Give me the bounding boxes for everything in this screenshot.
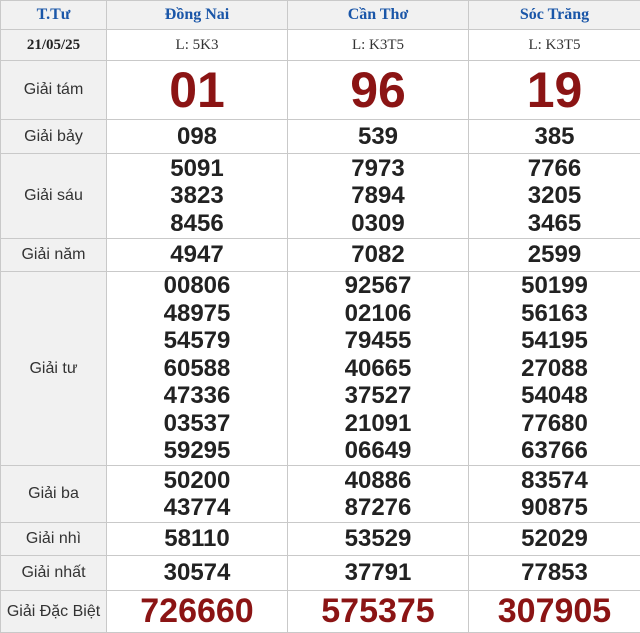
prize-cell: 7973 7894 0309 [288,154,469,239]
prize-number: 50200 [107,467,287,495]
lottery-results-table: T.Tư Đồng Nai Cần Thơ Sóc Trăng 21/05/25… [0,0,640,633]
special-prize-number: 307905 [469,591,640,633]
prize-row-g3: Giải ba 50200 43774 40886 87276 83574 90… [1,466,640,523]
prize-number: 37791 [288,556,469,591]
prize-number: 00806 [107,272,287,300]
special-prize-number: 726660 [107,591,288,633]
prize-cell: 92567 02106 79455 40665 37527 21091 0664… [288,272,469,466]
series-code-can-tho: L: K3T5 [288,30,469,61]
prize-number: 79455 [288,327,468,355]
prize-number: 06649 [288,437,468,465]
prize-row-g2: Giải nhì 58110 53529 52029 [1,523,640,556]
prize-row-g7: Giải bảy 098 539 385 [1,120,640,154]
prize-number: 43774 [107,494,287,522]
prize-number: 098 [107,120,288,154]
prize-cell: 40886 87276 [288,466,469,523]
prize-number: 3823 [107,182,287,210]
prize-label: Giải sáu [1,154,107,239]
prize-number: 56163 [469,300,640,328]
prize-number: 63766 [469,437,640,465]
prize-number: 40886 [288,467,468,495]
prize-number: 54048 [469,382,640,410]
prize-number: 96 [288,61,469,120]
prize-number: 02106 [288,300,468,328]
prize-label: Giải nhất [1,556,107,591]
prize-cell: 7766 3205 3465 [469,154,640,239]
prize-label: Giải tư [1,272,107,466]
series-code-soc-trang: L: K3T5 [469,30,640,61]
prize-number: 01 [107,61,288,120]
prize-number: 54579 [107,327,287,355]
prize-cell: 00806 48975 54579 60588 47336 03537 5929… [107,272,288,466]
prize-row-g4: Giải tư 00806 48975 54579 60588 47336 03… [1,272,640,466]
draw-date: 21/05/25 [1,30,107,61]
prize-cell: 50199 56163 54195 27088 54048 77680 6376… [469,272,640,466]
prize-number: 7973 [288,155,468,183]
prize-number: 7082 [288,239,469,272]
prize-number: 48975 [107,300,287,328]
prize-label: Giải bảy [1,120,107,154]
prize-row-special: Giải Đặc Biệt 726660 575375 307905 [1,591,640,633]
prize-number: 92567 [288,272,468,300]
prize-number: 2599 [469,239,640,272]
prize-label: Giải năm [1,239,107,272]
prize-number: 8456 [107,210,287,238]
prize-number: 47336 [107,382,287,410]
weekday-header: T.Tư [1,1,107,30]
prize-label: Giải ba [1,466,107,523]
prize-number: 87276 [288,494,468,522]
province-header-soc-trang[interactable]: Sóc Trăng [469,1,640,30]
prize-number: 385 [469,120,640,154]
prize-row-g5: Giải năm 4947 7082 2599 [1,239,640,272]
series-code-dong-nai: L: 5K3 [107,30,288,61]
prize-number: 59295 [107,437,287,465]
prize-number: 7766 [469,155,640,183]
prize-cell: 50200 43774 [107,466,288,523]
prize-number: 4947 [107,239,288,272]
prize-row-g8: Giải tám 01 96 19 [1,61,640,120]
prize-number: 40665 [288,355,468,383]
prize-label: Giải tám [1,61,107,120]
prize-number: 3205 [469,182,640,210]
prize-row-g6: Giải sáu 5091 3823 8456 7973 7894 0309 7… [1,154,640,239]
special-prize-number: 575375 [288,591,469,633]
series-row: 21/05/25 L: 5K3 L: K3T5 L: K3T5 [1,30,640,61]
prize-number: 30574 [107,556,288,591]
prize-number: 52029 [469,523,640,556]
prize-number: 53529 [288,523,469,556]
prize-number: 7894 [288,182,468,210]
province-header-can-tho[interactable]: Cần Thơ [288,1,469,30]
prize-number: 19 [469,61,640,120]
header-row: T.Tư Đồng Nai Cần Thơ Sóc Trăng [1,1,640,30]
prize-number: 539 [288,120,469,154]
prize-number: 0309 [288,210,468,238]
prize-number: 77853 [469,556,640,591]
prize-number: 3465 [469,210,640,238]
prize-number: 27088 [469,355,640,383]
prize-label: Giải nhì [1,523,107,556]
prize-cell: 5091 3823 8456 [107,154,288,239]
prize-row-g1: Giải nhất 30574 37791 77853 [1,556,640,591]
prize-label-special: Giải Đặc Biệt [1,591,107,633]
prize-number: 54195 [469,327,640,355]
prize-number: 83574 [469,467,640,495]
prize-number: 03537 [107,410,287,438]
prize-number: 5091 [107,155,287,183]
prize-number: 50199 [469,272,640,300]
prize-number: 37527 [288,382,468,410]
prize-number: 58110 [107,523,288,556]
province-header-dong-nai[interactable]: Đồng Nai [107,1,288,30]
prize-number: 21091 [288,410,468,438]
prize-cell: 83574 90875 [469,466,640,523]
prize-number: 77680 [469,410,640,438]
prize-number: 90875 [469,494,640,522]
prize-number: 60588 [107,355,287,383]
